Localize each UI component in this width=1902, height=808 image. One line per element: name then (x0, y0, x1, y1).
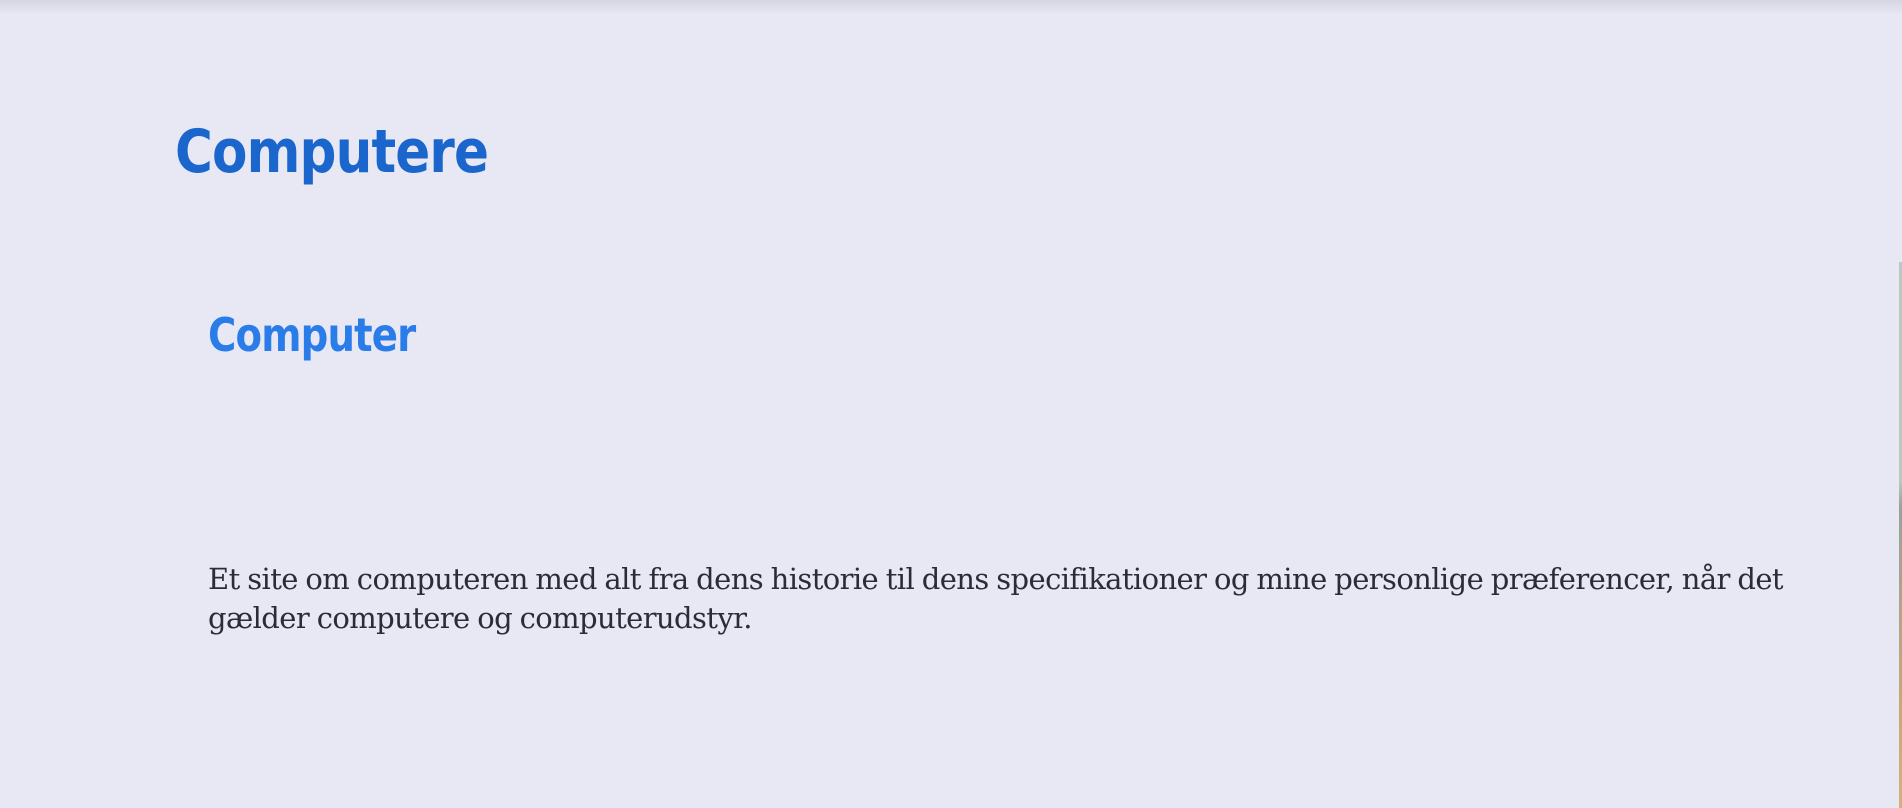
section-title: Computer (208, 308, 416, 362)
site-title: Computere (175, 117, 489, 187)
intro-paragraph: Et site om computeren med alt fra dens h… (208, 562, 1784, 635)
hero-section: Computer (208, 300, 1808, 370)
top-shadow (0, 0, 1902, 14)
